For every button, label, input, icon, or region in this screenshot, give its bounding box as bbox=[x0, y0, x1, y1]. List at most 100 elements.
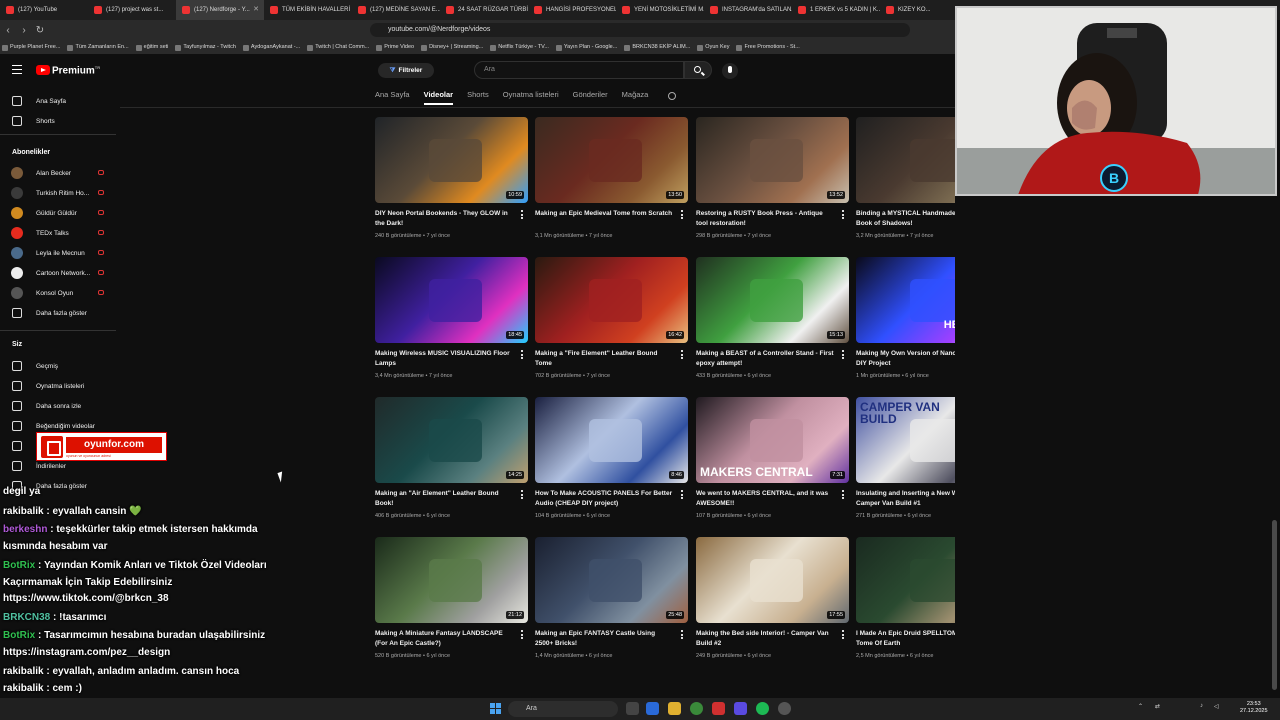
video-thumbnail[interactable]: 17:55 bbox=[696, 537, 849, 623]
video-title[interactable]: Making the Bed side Interior! - Camper V… bbox=[696, 629, 836, 649]
chat-text: : Yayından Komik Anları ve Tiktok Özel V… bbox=[35, 560, 267, 571]
video-thumbnail[interactable]: 13:52 bbox=[696, 117, 849, 203]
more-options-icon[interactable] bbox=[842, 630, 844, 639]
right-empty-area bbox=[955, 196, 1280, 696]
video-thumbnail[interactable]: 16:42 bbox=[535, 257, 688, 343]
video-duration: 7:31 bbox=[830, 471, 845, 479]
edge-icon[interactable] bbox=[646, 702, 659, 715]
more-options-icon[interactable] bbox=[521, 350, 523, 359]
video-thumbnail[interactable]: 14:25 bbox=[375, 397, 528, 483]
chat-text: kısmında hesabım var bbox=[3, 541, 108, 552]
chat-username[interactable]: BRKCN38 bbox=[3, 612, 50, 623]
webcam-overlay: B bbox=[955, 6, 1277, 196]
clock-date: 27.12.2025 bbox=[1240, 708, 1268, 714]
video-title[interactable]: DIY Neon Portal Bookends - They GLOW in … bbox=[375, 209, 515, 229]
chat-message: https://instagram.com/pez__design bbox=[3, 647, 170, 658]
video-duration: 16:42 bbox=[666, 331, 684, 339]
video-meta: 3,4 Mn görüntüleme • 7 yıl önce bbox=[375, 373, 453, 379]
chat-username[interactable]: BotRix bbox=[3, 630, 35, 641]
more-options-icon[interactable] bbox=[842, 490, 844, 499]
thumbnail-shape bbox=[749, 278, 804, 322]
more-options-icon[interactable] bbox=[681, 490, 683, 499]
thumbnail-shape bbox=[588, 138, 643, 182]
chat-message: BotRix : Tasarımcımın hesabına buradan u… bbox=[3, 630, 265, 641]
chat-message: rakibalik : cem :) bbox=[3, 683, 82, 694]
video-thumbnail[interactable]: 8:46 bbox=[535, 397, 688, 483]
chat-message: rakibalik : eyvallah cansin 💚 bbox=[3, 506, 142, 517]
tray-chevron-icon[interactable]: ⌃ bbox=[1138, 703, 1143, 710]
chat-message: BotRix : Yayından Komik Anları ve Tiktok… bbox=[3, 560, 267, 571]
video-title[interactable]: Making a "Fire Element" Leather Bound To… bbox=[535, 349, 675, 369]
sponsor-brand: oyunfor.com bbox=[66, 437, 162, 453]
chat-text: : Tasarımcımın hesabına buradan ulaşabil… bbox=[35, 630, 266, 641]
thumbnail-shape bbox=[749, 558, 804, 602]
more-options-icon[interactable] bbox=[842, 350, 844, 359]
more-options-icon[interactable] bbox=[521, 490, 523, 499]
twitch-icon bbox=[41, 436, 63, 458]
chrome-icon[interactable] bbox=[690, 702, 703, 715]
video-meta: 249 B görüntüleme • 6 yıl önce bbox=[696, 653, 771, 659]
more-options-icon[interactable] bbox=[681, 210, 683, 219]
more-options-icon[interactable] bbox=[681, 630, 683, 639]
volume-icon[interactable]: ♪ bbox=[1200, 703, 1203, 709]
chat-text: degil ya bbox=[3, 486, 41, 497]
video-title[interactable]: Making an Epic FANTASY Castle Using 2500… bbox=[535, 629, 675, 649]
video-meta: 298 B görüntüleme • 7 yıl önce bbox=[696, 233, 771, 239]
chat-text: https://instagram.com/pez__design bbox=[3, 647, 171, 658]
more-options-icon[interactable] bbox=[521, 630, 523, 639]
thumbnail-shape bbox=[588, 278, 643, 322]
spotify-icon[interactable] bbox=[756, 702, 769, 715]
video-thumbnail[interactable]: 18:45 bbox=[375, 257, 528, 343]
chat-username[interactable]: berkeshn bbox=[3, 524, 47, 535]
windows-start-icon[interactable] bbox=[490, 703, 502, 715]
thumbnail-overlay-text: CAMPER VAN BUILD bbox=[860, 400, 940, 426]
more-options-icon[interactable] bbox=[521, 210, 523, 219]
sponsor-banner: oyunfor.com oyunun ve oyuncunun adresi bbox=[36, 432, 167, 461]
chat-text: Kaçırmamak İçin Takip Edebilirsiniz bbox=[3, 577, 173, 588]
video-title[interactable]: Making an "Air Element" Leather Bound Bo… bbox=[375, 489, 515, 509]
video-title[interactable]: Restoring a RUSTY Book Press - Antique t… bbox=[696, 209, 836, 229]
video-title[interactable]: Making an Epic Medieval Tome from Scratc… bbox=[535, 209, 675, 219]
video-thumbnail[interactable]: 15:13 bbox=[696, 257, 849, 343]
video-title[interactable]: We went to MAKERS CENTRAL, and it was AW… bbox=[696, 489, 836, 509]
network-icon[interactable]: ⇄ bbox=[1155, 703, 1160, 710]
more-options-icon[interactable] bbox=[681, 350, 683, 359]
more-options-icon[interactable] bbox=[842, 210, 844, 219]
task-view-icon[interactable] bbox=[626, 702, 639, 715]
svg-text:B: B bbox=[1109, 170, 1119, 186]
chat-username[interactable]: rakibalik bbox=[3, 683, 44, 694]
chat-username[interactable]: rakibalik bbox=[3, 666, 44, 677]
video-meta: 107 B görüntüleme • 6 yıl önce bbox=[696, 513, 771, 519]
video-duration: 25:48 bbox=[666, 611, 684, 619]
video-title[interactable]: Making Wireless MUSIC VISUALIZING Floor … bbox=[375, 349, 515, 369]
video-thumbnail[interactable]: 21:12 bbox=[375, 537, 528, 623]
thumbnail-shape bbox=[588, 418, 643, 462]
video-thumbnail[interactable]: 13:50 bbox=[535, 117, 688, 203]
chat-message: degil ya bbox=[3, 486, 40, 497]
video-title[interactable]: Making a BEAST of a Controller Stand - F… bbox=[696, 349, 836, 369]
thumbnail-shape bbox=[588, 558, 643, 602]
chat-text: : cem :) bbox=[43, 683, 82, 694]
system-clock[interactable]: 23:53 27.12.2025 bbox=[1240, 701, 1268, 715]
browser-app-icon[interactable] bbox=[712, 702, 725, 715]
video-thumbnail[interactable]: 25:48 bbox=[535, 537, 688, 623]
chat-username[interactable]: BotRix bbox=[3, 560, 35, 571]
settings-icon[interactable] bbox=[778, 702, 791, 715]
video-meta: 104 B görüntüleme • 6 yıl önce bbox=[535, 513, 610, 519]
chat-message: BRKCN38 : !tasarımcı bbox=[3, 612, 106, 623]
video-thumbnail[interactable]: 10:59 bbox=[375, 117, 528, 203]
video-title[interactable]: How To Make ACOUSTIC PANELS For Better A… bbox=[535, 489, 675, 509]
video-title[interactable]: Making A Miniature Fantasy LANDSCAPE (Fo… bbox=[375, 629, 515, 649]
taskbar-search[interactable]: Ara bbox=[508, 701, 618, 717]
chat-username[interactable]: rakibalik bbox=[3, 506, 44, 517]
page-scrollbar[interactable] bbox=[1272, 520, 1277, 690]
chat-text: : teşekkürler takip etmek istersen hakkı… bbox=[47, 524, 258, 535]
chat-message: Kaçırmamak İçin Takip Edebilirsiniz bbox=[3, 577, 172, 588]
chat-message: https://www.tiktok.com/@brkcn_38 bbox=[3, 593, 169, 604]
video-thumbnail[interactable]: MAKERS CENTRAL 7:31 bbox=[696, 397, 849, 483]
video-meta: 702 B görüntüleme • 7 yıl önce bbox=[535, 373, 610, 379]
discord-icon[interactable] bbox=[734, 702, 747, 715]
sponsor-tagline: oyunun ve oyuncunun adresi bbox=[66, 454, 111, 458]
speaker-icon[interactable]: ◁ bbox=[1214, 703, 1219, 710]
file-explorer-icon[interactable] bbox=[668, 702, 681, 715]
